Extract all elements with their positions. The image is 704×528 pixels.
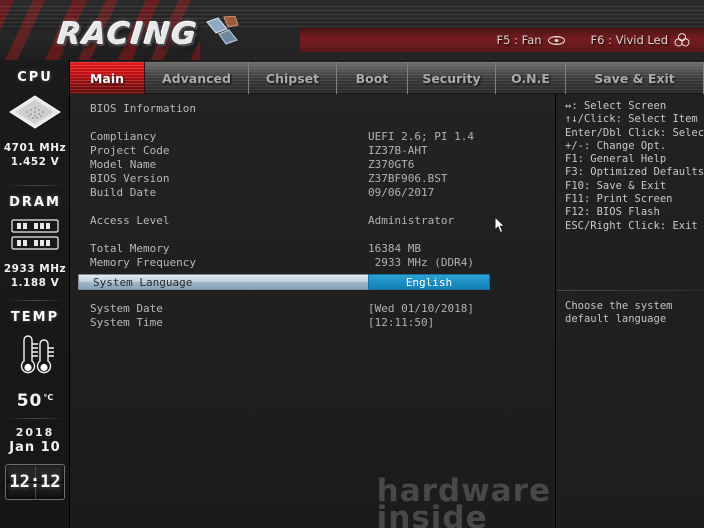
function-key-hints: F5 : Fan F6 : Vivid Led [497,33,690,47]
dram-title: DRAM [9,195,61,210]
build-date-label: Build Date [90,186,157,199]
memory-frequency-value: 2933 MHz (DDR4) [368,256,474,269]
main-content: BIOS Information Compliancy UEFI 2.6; PI… [70,94,556,528]
racing-logo: RACING [56,17,201,52]
sidebar-section-temp: TEMP 50 °C [0,300,70,418]
header-banner: RACING F5 : Fan F6 : Vivid Led [0,0,704,60]
shortcut-select-item: ↑↓/Click: Select Item [565,113,698,126]
model-name-label: Model Name [90,158,157,171]
fkey-vivid-led-label: F6 : Vivid Led [590,33,668,47]
mouse-cursor [494,216,506,234]
fkey-fan-label: F5 : Fan [496,33,542,47]
bios-version-value: Z37BF906.BST [368,172,448,185]
compliancy-label: Compliancy [90,130,157,143]
bios-information-title: BIOS Information [90,102,196,115]
tab-one[interactable]: O.N.E [496,62,566,94]
temp-value: 50 [16,391,43,411]
tab-main[interactable]: Main [70,62,145,94]
shortcut-change-opt: +/-: Change Opt. [565,139,667,152]
access-level-label: Access Level [90,214,170,227]
system-language-value: English [405,275,453,289]
ram-module-icon [10,218,60,256]
sidebar-section-clock: 2018 Jan 10 12:12 [0,418,70,528]
cpu-voltage: 1.452 V [10,156,60,168]
racing-x-emblem [206,16,239,45]
dram-voltage: 1.188 V [10,277,60,289]
system-date-value[interactable]: [Wed 01/10/2018] [368,302,474,315]
tab-chipset[interactable]: Chipset [249,62,337,94]
system-date-label: System Date [90,302,163,315]
bios-version-label: BIOS Version [90,172,170,185]
sidebar-section-cpu: CPU 4701 MHz 1.452 V [0,60,70,185]
total-memory-value: 16384 MB [368,242,421,255]
project-code-value: IZ37B-AHT [368,144,428,157]
shortcut-general-help: F1: General Help [565,153,667,166]
hardware-inside-watermark: hardware inside [376,473,551,528]
sidebar-section-dram: DRAM 2933 MHz 1.188 V [0,185,70,300]
tab-boot[interactable]: Boot [337,62,408,94]
help-description: Choose the system default language [565,300,673,326]
clock-year: 2018 [15,426,55,439]
project-code-label: Project Code [90,144,170,157]
watermark-line2: inside [376,500,488,528]
flip-clock: 12:12 [5,464,65,500]
cpu-chip-icon [7,93,63,135]
rgb-led-icon [674,33,690,47]
fan-icon [547,35,565,45]
system-language-select[interactable]: English [368,274,490,290]
fkey-fan[interactable]: F5 : Fan [497,33,565,47]
shortcut-exit: ESC/Right Click: Exit [565,219,698,232]
shortcut-select-screen: ↔: Select Screen [565,100,667,112]
help-divider [557,290,704,291]
access-level-value: Administrator [368,214,455,227]
model-name-value: Z370GT6 [368,158,415,171]
thermometer-icon [9,335,61,383]
shortcut-list: ↔: Select Screen ↑↓/Click: Select Item E… [565,100,704,233]
clock-date: Jan 10 [9,440,61,455]
watermark-line1: hardware [376,473,551,509]
compliancy-value: UEFI 2.6; PI 1.4 [368,130,474,143]
cpu-frequency: 4701 MHz [3,142,67,154]
tab-bar: Main Advanced Chipset Boot Security O.N.… [70,62,704,94]
build-date-value: 09/06/2017 [368,186,435,199]
shortcut-bios-flash: F12: BIOS Flash [565,206,660,219]
system-language-label: System Language [93,276,193,289]
shortcut-enter-select: Enter/Dbl Click: Select [565,126,704,139]
shortcut-save-exit: F10: Save & Exit [565,179,667,192]
bios-screen: RACING F5 : Fan F6 : Vivid Led Main Adva… [0,0,704,528]
total-memory-label: Total Memory [90,242,170,255]
temp-title: TEMP [10,310,60,325]
help-panel: ↔: Select Screen ↑↓/Click: Select Item E… [557,94,704,528]
memory-frequency-label: Memory Frequency [90,256,196,269]
tab-save-exit[interactable]: Save & Exit [566,62,704,94]
shortcut-print-screen: F11: Print Screen [565,193,673,206]
fkey-vivid-led[interactable]: F6 : Vivid Led [591,33,690,47]
system-time-label: System Time [90,316,163,329]
clock-time: 12:12 [9,472,61,492]
tab-security[interactable]: Security [408,62,496,94]
tab-advanced[interactable]: Advanced [145,62,249,94]
sidebar: CPU 4701 MHz 1.452 V DRAM 2933 MHz 1.188… [0,60,70,528]
system-time-value[interactable]: [12:11:50] [368,316,434,329]
cpu-title: CPU [17,70,53,85]
dram-frequency: 2933 MHz [3,263,67,275]
shortcut-optimized-defaults: F3: Optimized Defaults [565,166,704,179]
temp-unit: °C [43,393,54,402]
